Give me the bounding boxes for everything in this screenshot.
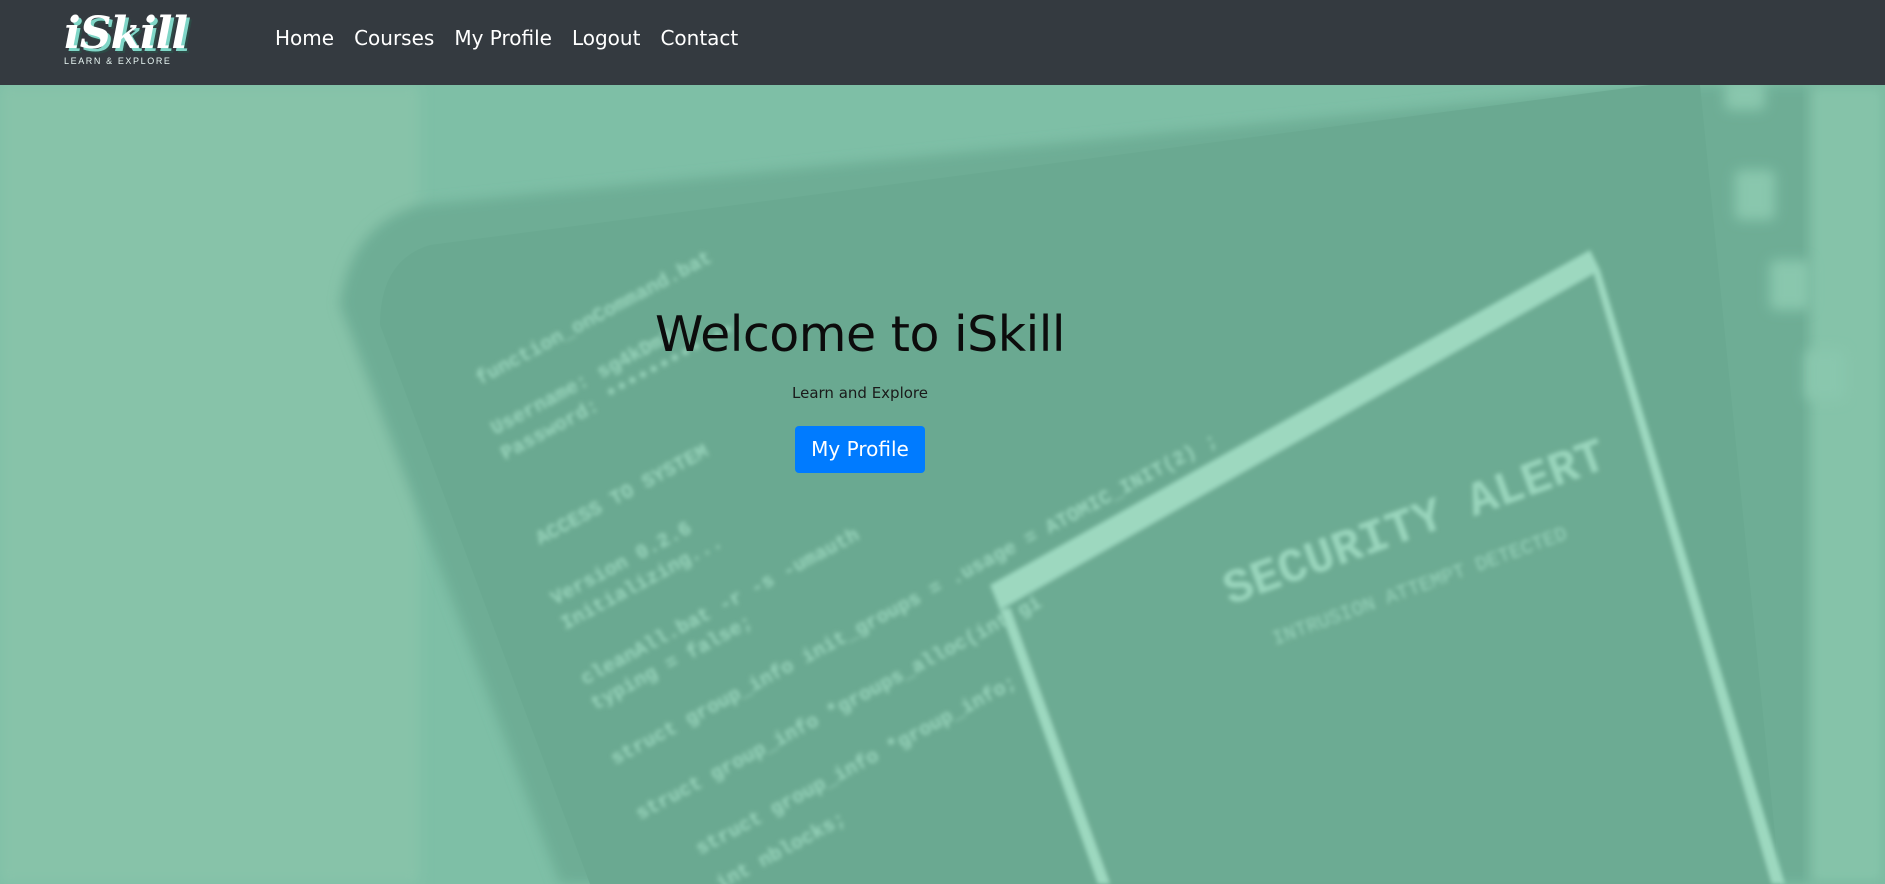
hero-content: Welcome to iSkill Learn and Explore My P… [560,305,1160,473]
logo-wordmark: iSkill [64,8,188,59]
brand-logo[interactable]: iSkill LEARN & EXPLORE [62,8,188,74]
nav-link-logout[interactable]: Logout [562,24,650,52]
nav-link-contact[interactable]: Contact [650,24,748,52]
nav-link-home[interactable]: Home [275,24,344,52]
hero-subtitle: Learn and Explore [792,384,928,402]
logo-tagline: LEARN & EXPLORE [64,56,172,66]
nav-links: Home Courses My Profile Logout Contact [275,24,748,52]
nav-link-courses[interactable]: Courses [344,24,444,52]
nav-link-my-profile[interactable]: My Profile [444,24,562,52]
hero-section: SECURITY ALERT INTRUSION ATTEMPT DETECTE… [0,85,1885,884]
navbar: iSkill LEARN & EXPLORE Home Courses My P… [0,0,1885,85]
hero-background-image: SECURITY ALERT INTRUSION ATTEMPT DETECTE… [0,85,1885,884]
my-profile-button[interactable]: My Profile [795,426,925,473]
hero-title: Welcome to iSkill [655,306,1065,363]
